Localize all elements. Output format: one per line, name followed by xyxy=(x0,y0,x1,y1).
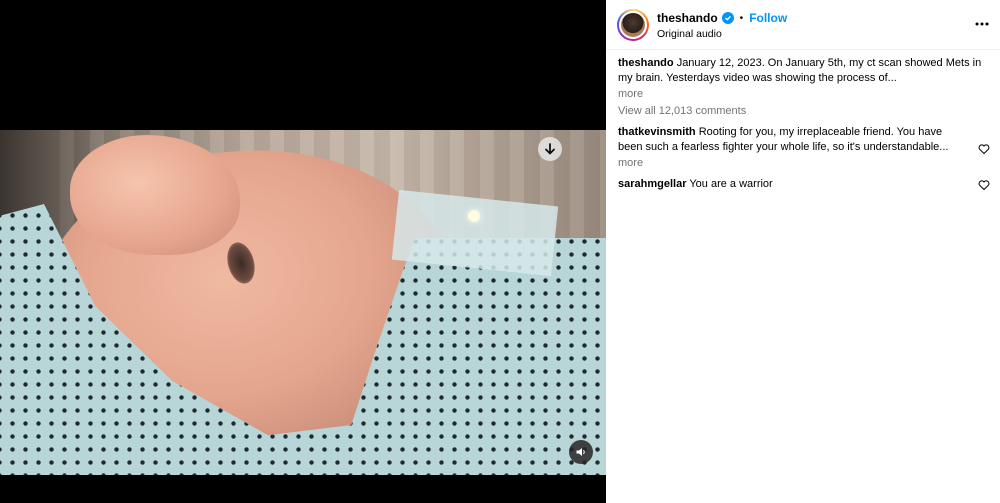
comment-text: You are a warrior xyxy=(689,178,773,190)
heart-icon[interactable] xyxy=(978,143,990,155)
verified-badge-icon xyxy=(721,12,734,24)
caption-username[interactable]: theshando xyxy=(618,57,674,69)
more-options-icon xyxy=(975,22,989,26)
video-player[interactable] xyxy=(0,130,606,475)
audio-label[interactable]: Original audio xyxy=(657,28,722,40)
author-username[interactable]: theshando xyxy=(657,11,718,25)
comment-item: thatkevinsmith Rooting for you, my irrep… xyxy=(618,125,990,171)
media-viewer xyxy=(0,0,606,503)
follow-button[interactable]: Follow xyxy=(749,11,787,25)
audio-toggle-button[interactable] xyxy=(569,440,593,464)
separator-dot: • xyxy=(739,12,744,24)
avatar-story-ring[interactable] xyxy=(617,9,649,41)
post-details-panel: theshando • Follow Original audio thesha… xyxy=(606,0,1000,503)
comment-username[interactable]: thatkevinsmith xyxy=(618,126,696,138)
post-content: theshando January 12, 2023. On January 5… xyxy=(606,50,1000,192)
comment-more-link[interactable]: more xyxy=(618,156,966,171)
post-header: theshando • Follow Original audio xyxy=(606,0,1000,50)
view-all-comments-link[interactable]: View all 12,013 comments xyxy=(618,104,988,119)
caption-more-link[interactable]: more xyxy=(618,87,988,102)
more-options-button[interactable] xyxy=(974,16,990,32)
post-author-line: theshando • Follow xyxy=(657,11,787,25)
post-caption: theshando January 12, 2023. On January 5… xyxy=(618,56,988,86)
heart-icon[interactable] xyxy=(978,179,990,191)
speaker-icon xyxy=(576,448,585,456)
download-arrow-icon xyxy=(545,143,555,155)
download-button[interactable] xyxy=(538,137,562,161)
comment-username[interactable]: sarahmgellar xyxy=(618,178,686,190)
video-frame-light xyxy=(468,210,480,222)
avatar xyxy=(619,11,647,39)
comment-item: sarahmgellar You are a warrior xyxy=(618,177,990,192)
